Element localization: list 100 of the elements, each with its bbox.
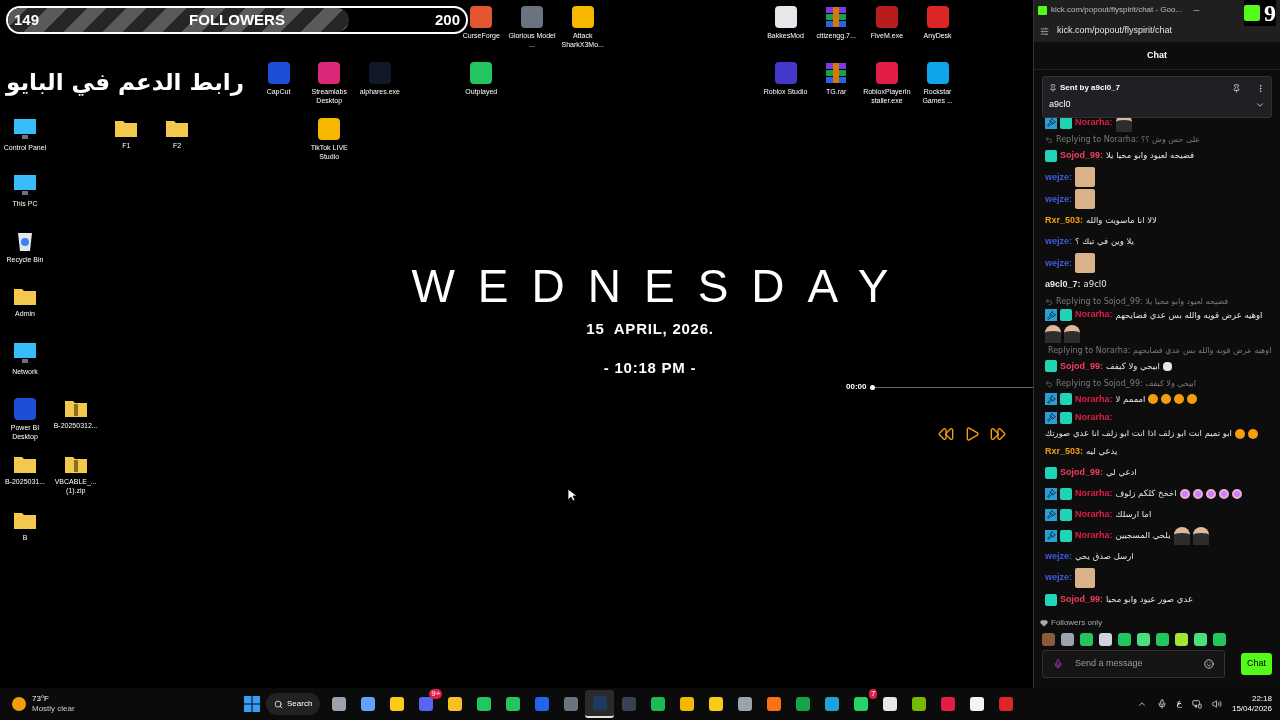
pinned-text: a9cl0 <box>1049 98 1071 111</box>
emote-icon[interactable] <box>1080 633 1093 646</box>
next-button[interactable] <box>990 426 1006 442</box>
start-button[interactable] <box>244 696 260 712</box>
emote-icon[interactable] <box>1061 633 1074 646</box>
app-icon <box>389 697 404 711</box>
app-icon <box>853 697 868 711</box>
app-icon <box>267 62 290 84</box>
notification-badge: 9+ <box>429 689 443 699</box>
taskbar-app[interactable]: 7 <box>846 690 876 718</box>
chat-message: ادعي لي <box>1106 466 1137 479</box>
window-title: kick.com/popout/flyspirit/chat - Goo... <box>1051 4 1183 16</box>
app-icon <box>737 697 752 711</box>
url-text[interactable]: kick.com/popout/flyspirit/chat <box>1057 24 1173 38</box>
chat-message: a9cl0 <box>1083 278 1107 292</box>
chat-username[interactable]: wejze: <box>1045 170 1072 184</box>
app-icon <box>571 6 594 28</box>
app-icon <box>505 697 520 711</box>
emote-icon[interactable] <box>1194 633 1207 646</box>
more-options-icon[interactable] <box>1256 83 1265 93</box>
folder-icon <box>114 118 139 138</box>
clock-time[interactable]: 22:18 <box>1251 694 1272 704</box>
taskbar-app[interactable] <box>585 690 615 718</box>
app-icon <box>774 6 797 28</box>
chat-username[interactable]: Rxr_503: <box>1045 214 1084 228</box>
chat-message: اما ارسلك <box>1115 508 1152 521</box>
notification-badge: 7 <box>868 689 878 699</box>
chat-username[interactable]: Rxr_503: <box>1045 444 1084 459</box>
app-icon <box>368 62 391 84</box>
folder-icon <box>13 286 37 306</box>
emote-icon[interactable] <box>1156 633 1169 646</box>
network-icon[interactable] <box>1191 699 1202 709</box>
play-button[interactable] <box>964 426 980 442</box>
emote-icon[interactable] <box>1137 633 1150 646</box>
chat-username[interactable]: Norarha: <box>1075 392 1113 406</box>
app-icon <box>563 697 578 711</box>
chat-username[interactable]: Norarha: <box>1075 507 1113 522</box>
mic-icon[interactable] <box>1053 659 1063 669</box>
weather-text[interactable]: Mostly clear <box>32 704 75 714</box>
search-button[interactable]: Search <box>266 693 321 715</box>
emote-icon[interactable] <box>1099 633 1112 646</box>
chat-username[interactable]: Norarha: <box>1075 117 1113 130</box>
archive-icon <box>825 6 848 28</box>
input-language[interactable]: ع <box>1176 697 1182 711</box>
app-icon <box>875 6 898 28</box>
zipped-folder-icon <box>63 454 88 474</box>
chat-username[interactable]: wejze: <box>1045 549 1072 564</box>
microphone-icon[interactable] <box>1156 699 1167 709</box>
temperature[interactable]: 73°F <box>32 694 75 704</box>
chat-username[interactable]: wejze: <box>1045 571 1072 585</box>
emote-icon[interactable] <box>1042 633 1055 646</box>
app-icon <box>926 6 949 28</box>
mouse-cursor-icon <box>567 488 577 502</box>
site-settings-icon[interactable] <box>1040 26 1049 36</box>
app-icon <box>882 697 897 711</box>
app-icon <box>470 6 493 28</box>
emote-icon[interactable] <box>1213 633 1226 646</box>
chat-message: اخخخ كلكم زلوف <box>1115 487 1177 500</box>
app-icon <box>824 697 839 711</box>
clock-date[interactable]: 15/04/2026 <box>1231 704 1272 714</box>
chat-username[interactable]: a9cl0_7: <box>1045 278 1081 292</box>
chat-username[interactable]: Norarha: <box>1075 308 1113 322</box>
chat-username[interactable]: wejze: <box>1045 192 1072 206</box>
goal-target: 200 <box>434 9 460 30</box>
previous-button[interactable] <box>938 426 954 442</box>
app-icon <box>766 697 781 711</box>
chat-message: فضيحه لعيود وابو محيا يلا <box>1106 149 1195 163</box>
chat-message: ابيحي ولا كيفف <box>1106 359 1160 373</box>
emote-icon[interactable] <box>1118 633 1131 646</box>
app-icon <box>926 62 949 84</box>
message-field[interactable]: Send a message <box>1075 657 1192 671</box>
chat-username[interactable]: wejze: <box>1045 256 1072 270</box>
app-icon <box>534 697 549 711</box>
volume-icon[interactable] <box>1211 699 1222 709</box>
chat-username[interactable]: Sojod_99: <box>1060 592 1103 607</box>
chat-username[interactable]: Sojod_99: <box>1060 359 1103 373</box>
heart-icon <box>1040 619 1048 627</box>
chat-username[interactable]: wejze: <box>1045 235 1072 249</box>
monitor-icon <box>13 174 37 196</box>
tray-chevron-icon[interactable] <box>1136 699 1147 709</box>
chat-username[interactable]: Norarha: <box>1075 486 1113 501</box>
send-chat-button[interactable]: Chat <box>1241 653 1272 675</box>
chat-message: ابو تميم انت ابو زلف اذا انت ابو زلف انا عدي صورتك <box>1045 427 1232 440</box>
emote-icon[interactable] <box>1175 633 1188 646</box>
taskbar-app[interactable]: 9+ <box>411 690 441 718</box>
chat-username[interactable]: Norarha: <box>1075 528 1113 543</box>
app-icon <box>774 62 797 84</box>
chat-username[interactable]: Sojod_99: <box>1060 149 1103 163</box>
emoji-icon[interactable] <box>1204 659 1214 669</box>
message-input[interactable]: Send a message <box>1042 650 1225 678</box>
unpin-button[interactable] <box>1232 83 1241 93</box>
chat-username[interactable]: Norarha: <box>1075 410 1113 425</box>
chat-message: يدعي ليه <box>1086 445 1118 458</box>
pin-icon <box>1049 84 1057 92</box>
chat-message: اوهيه عرض قويه والله بس عدي فضايحهم <box>1115 308 1263 322</box>
progress-thumb[interactable] <box>870 384 876 390</box>
chat-username[interactable]: Sojod_99: <box>1060 465 1103 480</box>
reply-preview: Replying to Sojod_99: فضيحه لعيود وابو محيا يلا <box>1056 296 1229 309</box>
app-icon <box>998 697 1013 711</box>
chat-message: عدي صور عيود وابو محيا <box>1106 593 1193 606</box>
